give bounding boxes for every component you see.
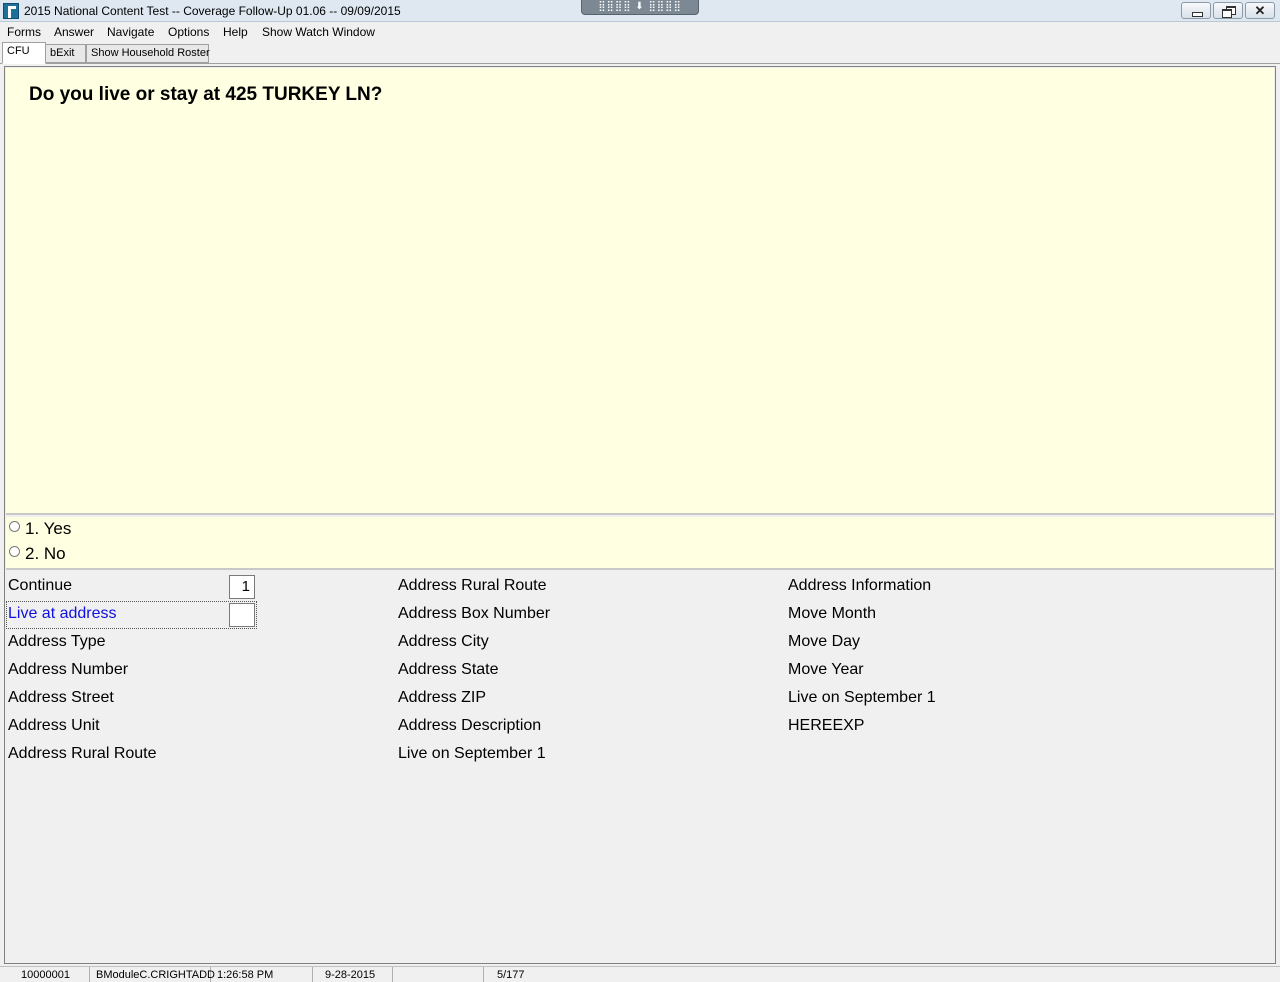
field-label-address-street[interactable]: Address Street <box>8 689 114 707</box>
answer-option-yes[interactable]: 1. Yes <box>9 519 71 541</box>
field-label-move-year[interactable]: Move Year <box>788 661 864 679</box>
question-text: Do you live or stay at 425 TURKEY LN? <box>29 84 383 105</box>
field-label-address-state[interactable]: Address State <box>398 661 499 679</box>
radio-button-icon[interactable] <box>9 546 20 557</box>
tab-show-household-roster[interactable]: Show Household Roster <box>86 44 210 63</box>
field-label-live-on-september-1[interactable]: Live on September 1 <box>398 745 546 763</box>
status-empty-cell <box>393 967 484 982</box>
remote-session-bar[interactable]: ⣿⣿⣿⣿ ⬇ ⣿⣿⣿⣿ <box>581 0 699 15</box>
field-label-address-information[interactable]: Address Information <box>788 577 931 595</box>
field-label-live-on-september-1[interactable]: Live on September 1 <box>788 689 936 707</box>
field-label-address-rural-route[interactable]: Address Rural Route <box>8 745 157 763</box>
field-label-address-unit[interactable]: Address Unit <box>8 717 100 735</box>
menu-navigate[interactable]: Navigate <box>107 25 154 39</box>
field-label-hereexp[interactable]: HEREEXP <box>788 717 864 735</box>
field-label-address-description[interactable]: Address Description <box>398 717 541 735</box>
field-label-address-box-number[interactable]: Address Box Number <box>398 605 550 623</box>
menu-options[interactable]: Options <box>168 25 209 39</box>
window-title: 2015 National Content Test -- Coverage F… <box>24 4 401 18</box>
field-label-address-city[interactable]: Address City <box>398 633 489 651</box>
field-label-move-month[interactable]: Move Month <box>788 605 876 623</box>
status-time: 1:26:58 PM <box>211 967 313 982</box>
answer-label: 1. Yes <box>25 519 72 538</box>
status-bar: 10000001 BModuleC.CRIGHTADD 1:26:58 PM 9… <box>0 966 1280 982</box>
form-frame: Do you live or stay at 425 TURKEY LN? 1.… <box>4 66 1276 964</box>
close-button[interactable]: ✕ <box>1245 2 1275 19</box>
live-at-address-input[interactable] <box>229 603 255 627</box>
field-label-continue[interactable]: Continue <box>8 577 72 595</box>
menu-help[interactable]: Help <box>223 25 248 39</box>
question-pane: Do you live or stay at 425 TURKEY LN? <box>6 68 1274 515</box>
field-label-address-type[interactable]: Address Type <box>8 633 106 651</box>
title-bar: 2015 National Content Test -- Coverage F… <box>0 0 1280 22</box>
answer-option-no[interactable]: 2. No <box>9 544 66 566</box>
answer-label: 2. No <box>25 544 66 563</box>
minimize-button[interactable] <box>1181 2 1211 19</box>
field-label-address-number[interactable]: Address Number <box>8 661 128 679</box>
field-label-address-rural-route[interactable]: Address Rural Route <box>398 577 547 595</box>
close-icon: ✕ <box>1254 3 1266 18</box>
status-case-id: 10000001 <box>0 967 90 982</box>
menu-forms[interactable]: Forms <box>7 25 41 39</box>
continue-input[interactable]: 1 <box>229 575 255 599</box>
status-date: 9-28-2015 <box>313 967 393 982</box>
app-logo-icon <box>3 3 19 19</box>
menu-bar: Forms Answer Navigate Options Help Show … <box>0 22 1280 42</box>
menu-show-watch-window[interactable]: Show Watch Window <box>262 25 375 39</box>
tab-cfu[interactable]: CFU <box>2 42 46 64</box>
status-page-counter: 5/177 <box>497 969 525 981</box>
field-label-live-at-address[interactable]: Live at address <box>8 605 117 623</box>
application-window: 2015 National Content Test -- Coverage F… <box>0 0 1280 982</box>
tab-bexit[interactable]: bExit <box>45 44 86 63</box>
restore-button[interactable] <box>1213 2 1243 19</box>
field-label-address-zip[interactable]: Address ZIP <box>398 689 486 707</box>
status-field-path: BModuleC.CRIGHTADD <box>90 967 215 982</box>
radio-button-icon[interactable] <box>9 521 20 532</box>
field-list-pane: Continue 1 Live at address Address Type … <box>6 572 1274 962</box>
menu-answer[interactable]: Answer <box>54 25 94 39</box>
field-label-move-day[interactable]: Move Day <box>788 633 860 651</box>
tab-strip: CFU bExit Show Household Roster <box>0 42 1280 64</box>
answer-pane: 1. Yes 2. No <box>6 517 1274 570</box>
